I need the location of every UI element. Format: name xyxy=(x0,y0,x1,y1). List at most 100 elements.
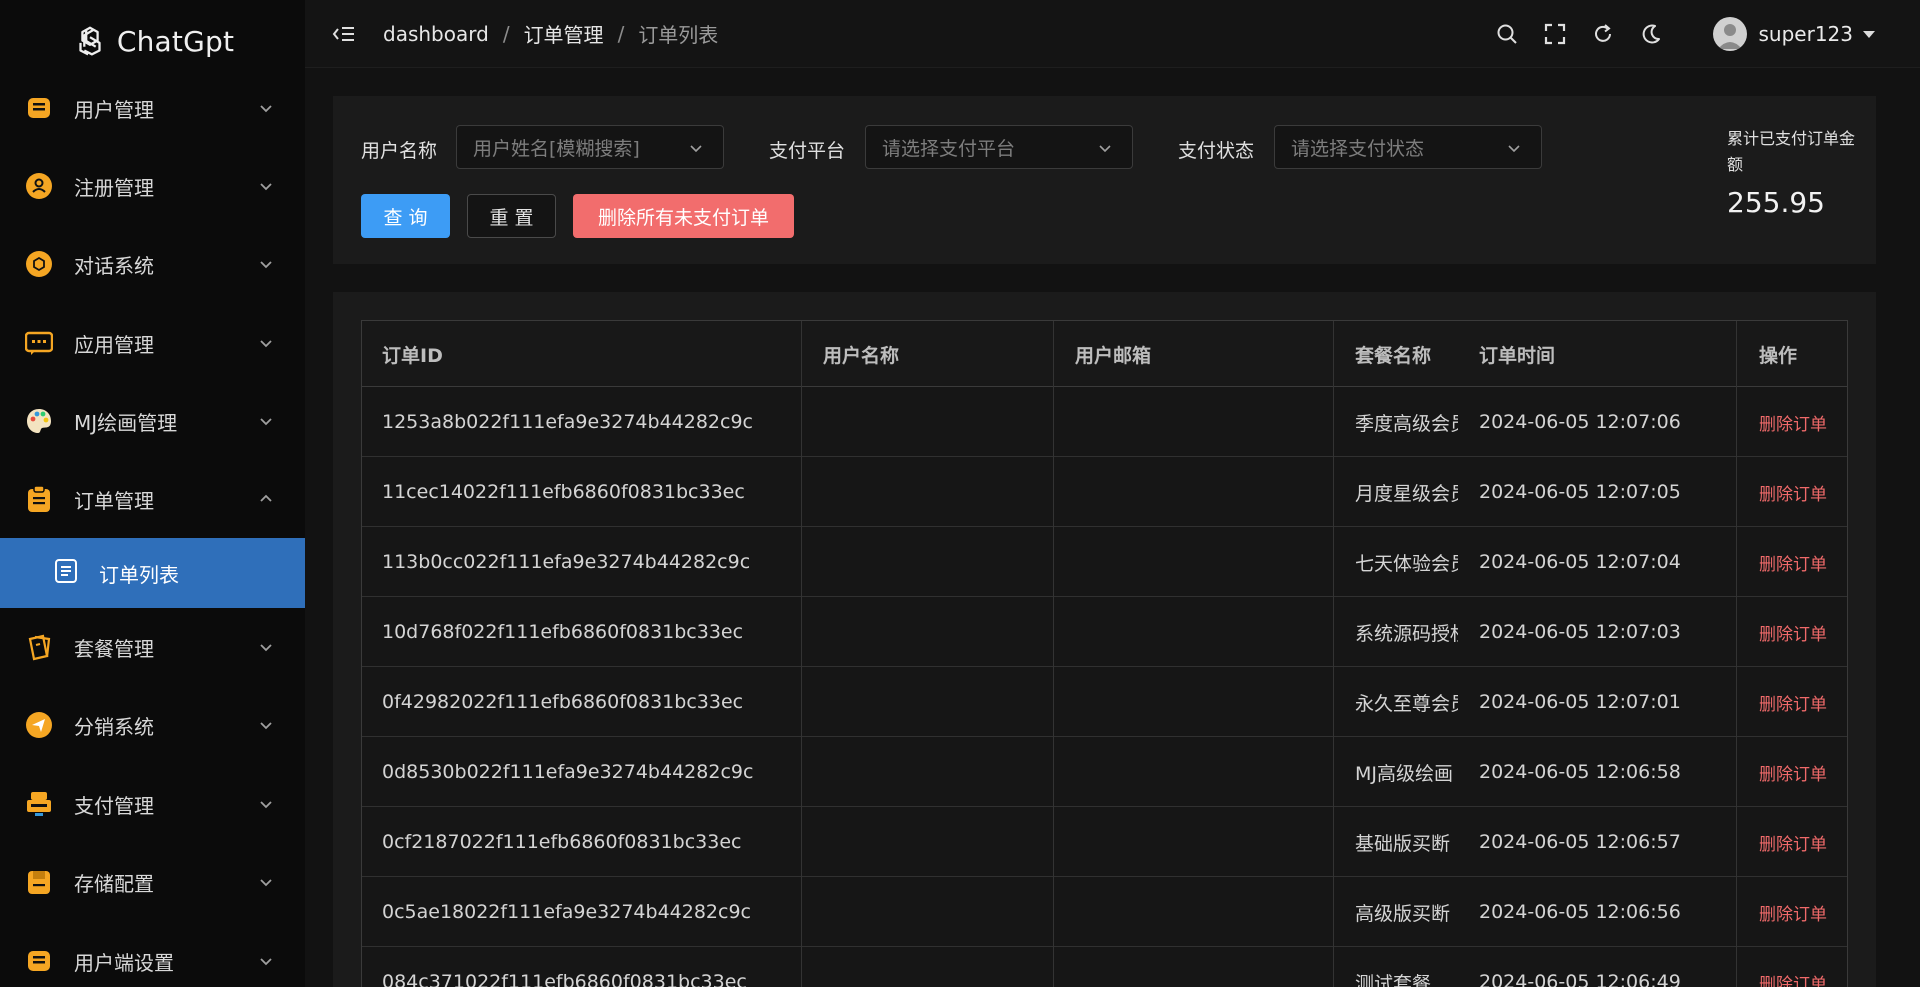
sidebar-item-label: 套餐管理 xyxy=(74,636,154,661)
column-header-package: 套餐名称 xyxy=(1355,344,1432,367)
payment-status-placeholder: 请选择支付状态 xyxy=(1291,137,1425,160)
sidebar-subitem-order-list[interactable]: 订单列表 xyxy=(0,538,305,608)
status-filter-label: 支付状态 xyxy=(1178,140,1255,162)
cell-username xyxy=(823,597,1043,667)
username: super123 xyxy=(1758,22,1854,46)
column-header-actions: 操作 xyxy=(1759,344,1798,367)
user-menu[interactable]: super123 xyxy=(1712,17,1875,51)
cell-username xyxy=(823,527,1043,597)
delete-order-link[interactable]: 删除订单 xyxy=(1759,947,1845,987)
delete-order-link[interactable]: 删除订单 xyxy=(1759,597,1845,667)
sidebar-item-label: MJ绘画管理 xyxy=(74,410,178,435)
table-row: 0cf2187022f111efb6860f0831bc33ec 基础版买断 202… xyxy=(362,807,1847,877)
chevron-down-icon xyxy=(260,801,272,809)
cell-username xyxy=(823,947,1043,987)
sidebar-item-mj-drawing[interactable]: MJ绘画管理 xyxy=(0,386,305,456)
chevron-down-icon xyxy=(260,340,272,348)
username-search-input[interactable]: 用户姓名[模糊搜索] xyxy=(456,125,724,169)
chevron-down-icon xyxy=(260,958,272,966)
cell-email xyxy=(1075,527,1325,597)
delete-order-link[interactable]: 删除订单 xyxy=(1759,527,1845,597)
brand-name: ChatGpt xyxy=(116,24,235,58)
cell-username xyxy=(823,807,1043,877)
cell-order-id: 11cec14022f111efb6860f0831bc33ec xyxy=(382,481,745,503)
topbar-tools: super123 xyxy=(1473,0,1875,68)
register-icon xyxy=(24,171,54,201)
storage-icon xyxy=(24,867,54,897)
delete-order-link[interactable]: 删除订单 xyxy=(1759,737,1845,807)
sidebar-item-user-manage[interactable]: 用户管理 xyxy=(0,73,305,143)
avatar[interactable] xyxy=(1712,17,1747,51)
dark-mode-icon[interactable] xyxy=(1637,20,1665,48)
cell-package: 测试套餐 xyxy=(1355,972,1432,987)
sidebar-item-storage-config[interactable]: 存储配置 xyxy=(0,847,305,917)
delete-order-link[interactable]: 删除订单 xyxy=(1759,877,1845,947)
cell-email xyxy=(1075,597,1325,667)
breadcrumb-separator: / xyxy=(617,21,625,46)
cell-package: 基础版买断 xyxy=(1355,832,1451,855)
sidebar-item-order-manage[interactable]: 订单管理 xyxy=(0,464,305,534)
chevron-down-icon xyxy=(260,418,272,426)
cell-order-time: 2024-06-05 12:07:05 xyxy=(1479,481,1681,503)
cell-email xyxy=(1075,667,1325,737)
fullscreen-icon[interactable] xyxy=(1541,20,1569,48)
sidebar-item-label: 用户管理 xyxy=(74,97,154,122)
reset-button[interactable]: 重 置 xyxy=(467,194,556,238)
sidebar: ChatGpt 用户管理 注册管理 对话系统 应用管理 MJ绘画管理 订单管理 … xyxy=(0,0,305,987)
breadcrumb-order-manage[interactable]: 订单管理 xyxy=(524,19,604,48)
cell-email xyxy=(1075,737,1325,807)
chevron-down-icon xyxy=(260,722,272,730)
table-card: 订单ID 用户名称 用户邮箱 套餐名称 订单时间 操作 1253a8b022f1… xyxy=(333,292,1876,987)
sidebar-item-label: 存储配置 xyxy=(74,871,154,896)
sidebar-subitem-label: 订单列表 xyxy=(99,562,179,587)
cell-order-id: 0c5ae18022f111efa9e3274b44282c9c xyxy=(382,901,751,923)
cell-email xyxy=(1075,457,1325,527)
query-button[interactable]: 查 询 xyxy=(361,194,450,238)
cell-order-id: 0d8530b022f111efa9e3274b44282c9c xyxy=(382,761,754,783)
chevron-down-icon xyxy=(260,183,272,191)
paid-total-label: 累计已支付订单金额 xyxy=(1727,129,1856,174)
sidebar-item-app-manage[interactable]: 应用管理 xyxy=(0,308,305,378)
delete-order-link[interactable]: 删除订单 xyxy=(1759,667,1845,737)
sidebar-item-chat-system[interactable]: 对话系统 xyxy=(0,229,305,299)
payment-platform-placeholder: 请选择支付平台 xyxy=(882,137,1016,160)
payment-platform-select[interactable]: 请选择支付平台 xyxy=(865,125,1133,169)
filter-card xyxy=(333,96,1876,264)
caret-down-icon[interactable] xyxy=(1863,30,1875,38)
cell-email xyxy=(1075,947,1325,987)
table-row: 1253a8b022f111efa9e3274b44282c9c 季度高级会员 20… xyxy=(362,387,1847,457)
search-icon[interactable] xyxy=(1493,20,1521,48)
delete-order-link[interactable]: 删除订单 xyxy=(1759,457,1845,527)
payment-status-select[interactable]: 请选择支付状态 xyxy=(1274,125,1542,169)
sidebar-item-label: 支付管理 xyxy=(74,793,154,818)
sidebar-item-package-manage[interactable]: 套餐管理 xyxy=(0,612,305,682)
delete-order-link[interactable]: 删除订单 xyxy=(1759,387,1845,457)
sidebar-item-client-settings[interactable]: 用户端设置 xyxy=(0,926,305,987)
cell-order-id: 0cf2187022f111efb6860f0831bc33ec xyxy=(382,831,742,853)
cell-order-id: 10d768f022f111efb6860f0831bc33ec xyxy=(382,621,744,643)
brand-logo[interactable]: ChatGpt xyxy=(0,0,305,82)
sidebar-item-register-manage[interactable]: 注册管理 xyxy=(0,151,305,221)
table-row: 084c371022f111efb6860f0831bc33ec 测试套餐 2024… xyxy=(362,947,1847,987)
refresh-icon[interactable] xyxy=(1589,20,1617,48)
cell-package: MJ高级绘画 xyxy=(1355,762,1453,785)
sidebar-item-payment-manage[interactable]: 支付管理 xyxy=(0,769,305,839)
paid-total-value: 255.95 xyxy=(1727,186,1825,219)
chevron-down-icon xyxy=(260,644,272,652)
breadcrumb-dashboard[interactable]: dashboard xyxy=(383,22,489,46)
list-icon xyxy=(53,557,79,590)
delete-unpaid-orders-button[interactable]: 删除所有未支付订单 xyxy=(573,194,794,238)
platform-filter-label: 支付平台 xyxy=(769,140,846,162)
chevron-down-icon xyxy=(260,879,272,887)
table-row: 0c5ae18022f111efa9e3274b44282c9c 高级版买断 202… xyxy=(362,877,1847,947)
column-header-order-id: 订单ID xyxy=(382,344,443,367)
menu-fold-icon[interactable] xyxy=(330,20,358,48)
delete-order-link[interactable]: 删除订单 xyxy=(1759,807,1845,877)
column-header-order-time: 订单时间 xyxy=(1479,344,1556,367)
cell-username xyxy=(823,877,1043,947)
cell-package: 永久至尊会员 xyxy=(1355,692,1458,715)
username-filter-label: 用户名称 xyxy=(361,140,438,162)
table-body: 1253a8b022f111efa9e3274b44282c9c 季度高级会员 20… xyxy=(362,387,1847,987)
cell-order-time: 2024-06-05 12:07:06 xyxy=(1479,411,1681,433)
sidebar-item-distribution[interactable]: 分销系统 xyxy=(0,690,305,760)
